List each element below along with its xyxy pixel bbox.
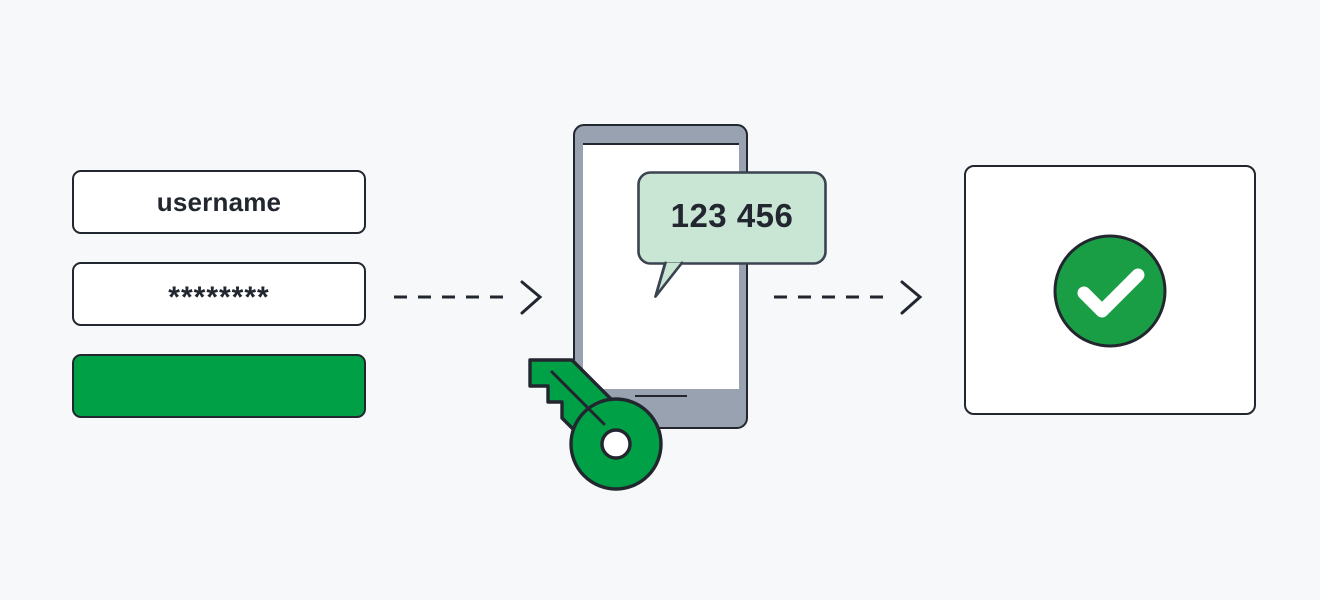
dashed-arrow-right-icon [394, 280, 543, 315]
submit-button[interactable] [72, 354, 366, 418]
password-value: ******** [168, 281, 270, 314]
password-field[interactable]: ******** [72, 262, 366, 326]
key-icon [528, 358, 663, 491]
diagram-canvas: username ******** 123 456 [0, 0, 1320, 600]
dashed-arrow-right-icon-2 [774, 280, 923, 315]
username-field[interactable]: username [72, 170, 366, 234]
username-value: username [156, 187, 282, 217]
check-circle-icon [1053, 234, 1167, 348]
